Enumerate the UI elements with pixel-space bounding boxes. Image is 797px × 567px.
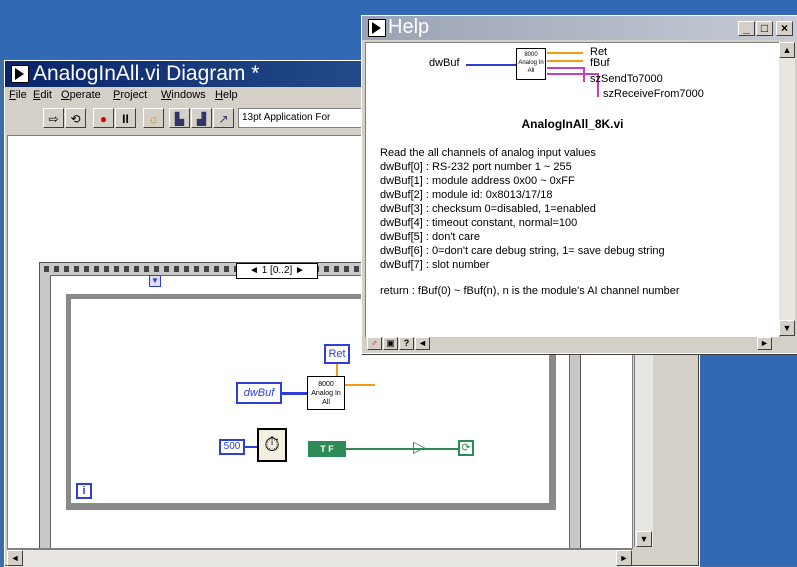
menu-windows[interactable]: Windows — [161, 89, 206, 101]
analog-in-all-subvi[interactable]: 8000 Analog In All — [307, 376, 345, 410]
connector-output-sendto: szSendTo7000 — [590, 73, 663, 85]
highlight-icon[interactable]: ☼ — [143, 108, 164, 128]
connector-fbuf-wire — [547, 60, 583, 62]
loop-index-terminal[interactable]: i — [76, 483, 92, 499]
help-vi-icon — [368, 19, 386, 37]
const-500[interactable]: 500 — [219, 439, 245, 455]
sequence-local-icon[interactable]: ▼ — [149, 275, 161, 287]
step-icon[interactable]: ▙ — [169, 108, 190, 128]
menu-project[interactable]: Project — [113, 89, 147, 101]
step-over-icon[interactable]: ▟ — [191, 108, 212, 128]
scroll-up-icon[interactable]: ▲ — [779, 42, 795, 58]
connector-input-wire — [466, 64, 516, 66]
help-bottom-bar: ♂ ▣ ? ◄ ► — [365, 337, 795, 351]
abort-icon[interactable]: ● — [93, 108, 114, 128]
help-title: Help — [388, 16, 430, 38]
wire-500 — [245, 446, 257, 448]
connector-ret-wire — [547, 52, 583, 54]
connector-icon: 8000 Analog In All — [516, 48, 546, 80]
help-desc-line: dwBuf[4] : timeout constant, normal=100 — [380, 217, 578, 229]
help-desc-line: dwBuf[1] : module address 0x00 ~ 0xFF — [380, 175, 575, 187]
wire-bool — [346, 448, 458, 450]
help-desc-line: dwBuf[6] : 0=don't care debug string, 1=… — [380, 245, 665, 257]
help-title-bar[interactable]: Help _ □ × — [362, 16, 797, 40]
connector-output-receive: szReceiveFrom7000 — [603, 88, 704, 100]
scroll-left-icon[interactable]: ◄ — [415, 337, 430, 350]
boolean-const[interactable]: T F — [308, 441, 346, 457]
sequence-selector[interactable]: ◄ 1 [0..2] ► — [236, 263, 318, 279]
help-desc-line: dwBuf[2] : module id: 0x8013/17/18 — [380, 189, 553, 201]
scroll-right-icon[interactable]: ► — [757, 337, 772, 350]
scroll-left-icon[interactable]: ◄ — [7, 550, 23, 566]
help-vertical-scrollbar[interactable]: ▲ ▼ — [779, 42, 795, 336]
scroll-down-icon[interactable]: ▼ — [636, 531, 652, 547]
help-desc-line: dwBuf[5] : don't care — [380, 231, 480, 243]
diagram-horizontal-scrollbar[interactable]: ◄ ► — [7, 549, 632, 567]
wire-dwbuf — [282, 392, 307, 395]
menu-operate[interactable]: Operate — [61, 89, 101, 101]
step-out-icon[interactable]: ↗ — [213, 108, 234, 128]
font-select[interactable]: 13pt Application For — [238, 108, 368, 128]
help-desc-line: Read the all channels of analog input va… — [380, 147, 596, 159]
vi-run-icon — [11, 65, 29, 83]
help-content: dwBuf 8000 Analog In All Ret fBuf szSend… — [365, 42, 780, 338]
help-desc-line: dwBuf[3] : checksum 0=disabled, 1=enable… — [380, 203, 596, 215]
vi-name: AnalogInAll_8K.vi — [521, 117, 624, 131]
menu-help[interactable]: Help — [215, 89, 238, 101]
scroll-down-icon[interactable]: ▼ — [779, 320, 795, 336]
connector-input-label: dwBuf — [429, 57, 460, 69]
lock-icon[interactable]: ♂ — [367, 337, 382, 350]
broken-run-icon[interactable]: ⟲ — [65, 108, 86, 128]
wait-ms-icon[interactable]: ⏱ — [257, 428, 287, 462]
dwbuf-control[interactable]: dwBuf — [236, 382, 282, 404]
menu-edit[interactable]: Edit — [33, 89, 52, 101]
blocks-icon[interactable]: ▣ — [383, 337, 398, 350]
diagram-title: AnalogInAll.vi Diagram * — [33, 62, 260, 85]
scroll-right-icon[interactable]: ► — [616, 550, 632, 566]
arrow-icon[interactable]: ⇨ — [43, 108, 64, 128]
maximize-button[interactable]: □ — [756, 21, 773, 36]
question-icon[interactable]: ? — [399, 337, 414, 350]
loop-condition-icon[interactable]: ⟳ — [458, 440, 474, 456]
pause-icon[interactable]: II — [115, 108, 136, 128]
minimize-button[interactable]: _ — [738, 21, 755, 36]
wire-out — [345, 384, 375, 386]
help-desc-line: dwBuf[7] : slot number — [380, 259, 490, 271]
menu-file[interactable]: File — [9, 89, 27, 101]
close-button[interactable]: × — [776, 21, 793, 36]
help-desc-line: dwBuf[0] : RS-232 port number 1 ~ 255 — [380, 161, 572, 173]
connector-output-fbuf: fBuf — [590, 57, 610, 69]
help-window: Help _ □ × dwBuf 8000 Analog In All Ret … — [361, 15, 797, 354]
help-return-text: return : fBuf(0) ~ fBuf(n), n is the mod… — [380, 285, 680, 297]
ret-indicator[interactable]: Ret — [324, 344, 350, 364]
not-gate-icon[interactable]: ▷ — [413, 439, 431, 457]
